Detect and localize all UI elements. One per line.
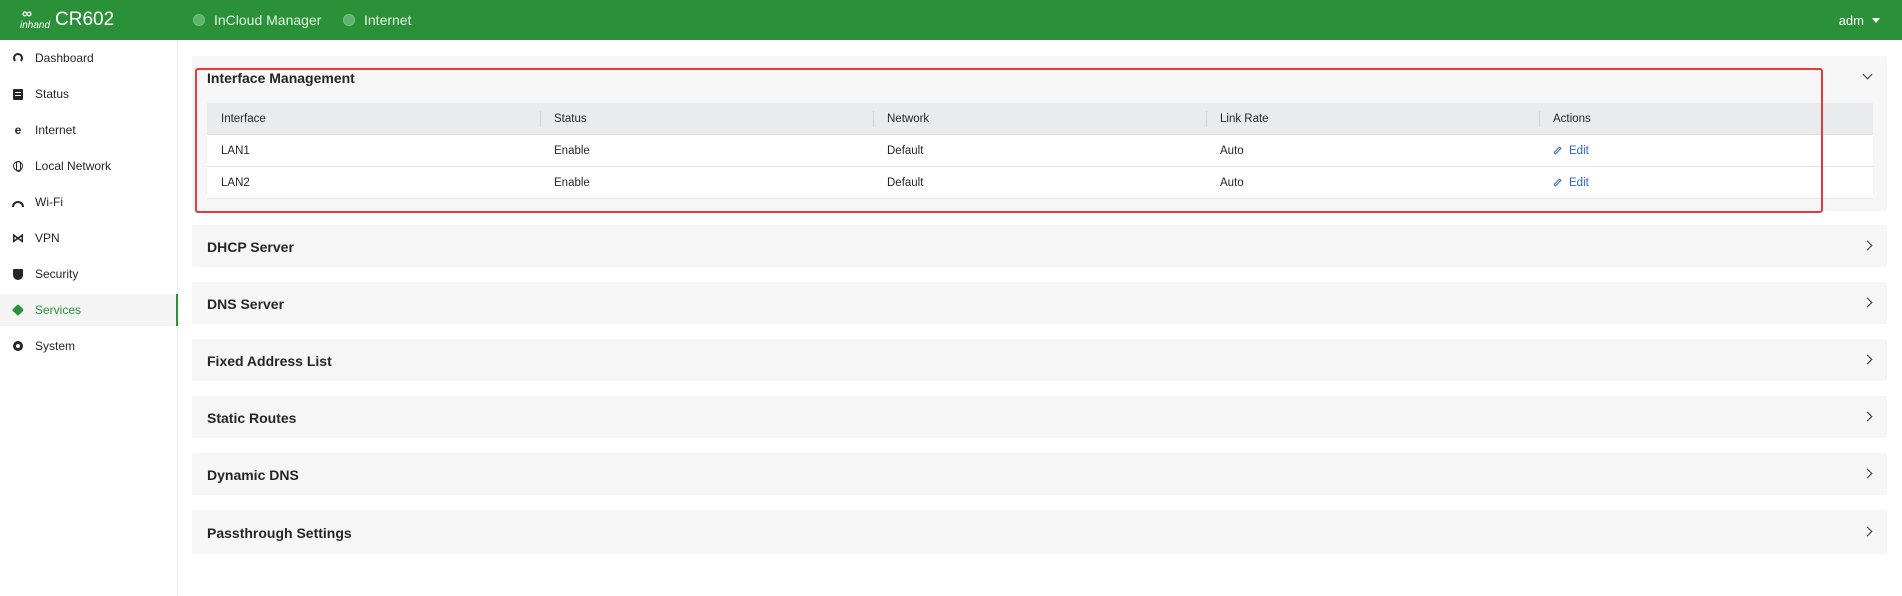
chevron-down-icon[interactable] bbox=[1862, 69, 1873, 80]
globe-icon bbox=[12, 160, 24, 172]
nav-internet[interactable]: Internet bbox=[343, 0, 411, 40]
sidebar-item-system[interactable]: System bbox=[0, 330, 178, 362]
sidebar-item-label: Dashboard bbox=[35, 51, 94, 65]
cube-icon bbox=[11, 303, 25, 317]
section-title: Fixed Address List bbox=[207, 353, 332, 369]
nav-incloud-manager[interactable]: InCloud Manager bbox=[193, 0, 321, 40]
internet-icon: e bbox=[14, 123, 22, 137]
section-title: Dynamic DNS bbox=[207, 467, 299, 483]
dhcp-server-panel[interactable]: DHCP Server bbox=[192, 225, 1887, 267]
sidebar-item-label: Local Network bbox=[35, 159, 112, 173]
section-title: DNS Server bbox=[207, 296, 285, 312]
vpn-icon: ⋈ bbox=[12, 231, 24, 245]
shield-icon bbox=[12, 268, 24, 280]
gear-icon bbox=[12, 340, 24, 352]
section-title: Static Routes bbox=[207, 410, 297, 426]
status-icon bbox=[12, 88, 24, 100]
chevron-right-icon bbox=[1862, 240, 1873, 251]
caret-down-icon bbox=[1872, 17, 1880, 23]
sidebar-item-local-network[interactable]: Local Network bbox=[0, 150, 178, 182]
fixed-address-list-panel[interactable]: Fixed Address List bbox=[192, 339, 1887, 381]
dynamic-dns-panel[interactable]: Dynamic DNS bbox=[192, 453, 1887, 495]
chevron-right-icon bbox=[1862, 411, 1873, 422]
sidebar-item-vpn[interactable]: ⋈ VPN bbox=[0, 222, 178, 254]
device-model: CR602 bbox=[55, 9, 115, 30]
user-name: adm bbox=[1838, 12, 1864, 28]
sidebar-item-label: Services bbox=[35, 303, 82, 317]
sidebar-item-label: VPN bbox=[35, 231, 60, 245]
sidebar-item-internet[interactable]: e Internet bbox=[0, 114, 178, 146]
section-title: DHCP Server bbox=[207, 239, 294, 255]
dashboard-icon bbox=[12, 52, 24, 64]
highlight-box bbox=[195, 68, 1823, 213]
sidebar-item-security[interactable]: Security bbox=[0, 258, 178, 290]
sidebar-item-label: Wi-Fi bbox=[35, 195, 63, 209]
static-routes-panel[interactable]: Static Routes bbox=[192, 396, 1887, 438]
nav-incloud-label: InCloud Manager bbox=[214, 12, 322, 28]
dns-server-panel[interactable]: DNS Server bbox=[192, 282, 1887, 324]
nav-internet-label: Internet bbox=[364, 12, 412, 28]
internet-status-icon bbox=[343, 14, 355, 26]
logo-mark-icon: ∞ bbox=[22, 5, 32, 21]
wifi-icon bbox=[12, 196, 24, 208]
sidebar-item-status[interactable]: Status bbox=[0, 78, 178, 110]
logo-brand: inhand bbox=[20, 20, 51, 31]
chevron-right-icon bbox=[1862, 354, 1873, 365]
inhand-logo: ∞ inhand bbox=[20, 6, 50, 32]
chevron-right-icon bbox=[1862, 297, 1873, 308]
sidebar-item-label: Internet bbox=[35, 123, 76, 137]
sidebar-item-dashboard[interactable]: Dashboard bbox=[0, 42, 178, 74]
sidebar-item-label: Status bbox=[35, 87, 70, 101]
sidebar-item-services[interactable]: Services bbox=[0, 294, 178, 326]
user-menu[interactable]: adm bbox=[1839, 0, 1880, 40]
top-bar: ∞ inhand CR602 InCloud Manager Internet … bbox=[0, 0, 1902, 40]
sidebar-item-label: System bbox=[35, 339, 76, 353]
chevron-right-icon bbox=[1862, 526, 1873, 537]
sidebar-item-wifi[interactable]: Wi-Fi bbox=[0, 186, 178, 218]
sidebar: Dashboard Status e Internet Local Networ… bbox=[0, 40, 178, 596]
chevron-right-icon bbox=[1862, 468, 1873, 479]
sidebar-item-label: Security bbox=[35, 267, 79, 281]
cloud-icon bbox=[193, 14, 205, 26]
section-title: Passthrough Settings bbox=[207, 525, 352, 541]
passthrough-settings-panel[interactable]: Passthrough Settings bbox=[192, 510, 1887, 554]
